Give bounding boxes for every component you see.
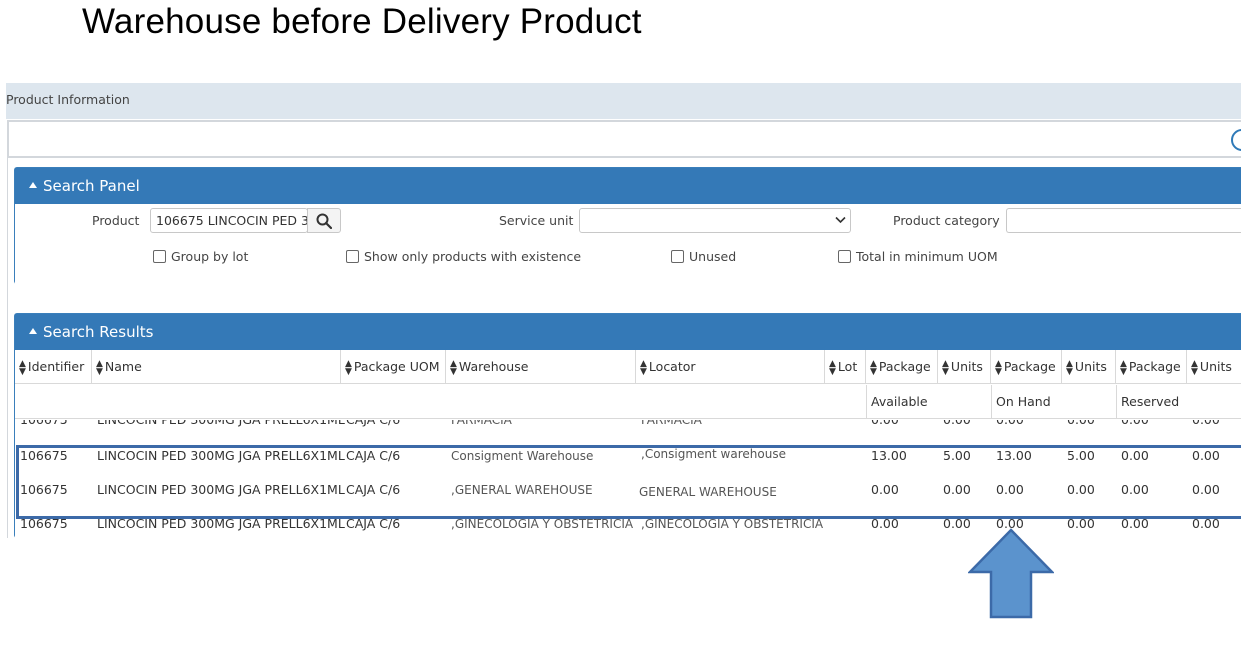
sort-icon[interactable]: ▲ ▼	[640, 359, 647, 376]
sort-icon[interactable]: ▲ ▼	[1066, 359, 1073, 376]
cell-onhand-units: 0.00	[1062, 420, 1095, 436]
cell-reserved-package: 0.00	[1116, 420, 1149, 436]
product-label: Product	[92, 213, 140, 228]
checkbox-label: Unused	[689, 249, 737, 264]
checkbox-box[interactable]	[346, 250, 359, 263]
cell-warehouse: FARMACIA	[451, 420, 512, 427]
search-panel: Search Panel Product 106675 LINCOCIN PED…	[14, 167, 1241, 284]
group-label-on-hand: On Hand	[996, 394, 1051, 409]
checkbox-unused[interactable]: Unused	[671, 249, 736, 264]
col-header-onhand-units[interactable]: ▲ ▼ Units	[1062, 350, 1116, 384]
col-header-reserved-package[interactable]: ▲ ▼ Package	[1116, 350, 1187, 384]
sort-icon[interactable]: ▲ ▼	[870, 359, 877, 376]
col-header-locator[interactable]: ▲ ▼ Locator	[636, 350, 825, 384]
group-label-available: Available	[871, 394, 928, 409]
grid-group-header-row: Available On Hand Reserved	[15, 385, 1241, 419]
search-panel-header[interactable]: Search Panel	[15, 168, 1241, 204]
col-header-package-uom[interactable]: ▲ ▼ Package UOM	[341, 350, 446, 384]
col-header-available-package[interactable]: ▲ ▼ Package	[866, 350, 938, 384]
cell-lot	[825, 420, 830, 436]
sort-icon[interactable]: ▲ ▼	[1120, 359, 1127, 376]
product-search-button[interactable]	[307, 208, 341, 233]
checkbox-box[interactable]	[153, 250, 166, 263]
triangle-up-icon[interactable]	[29, 182, 37, 188]
sort-icon[interactable]: ▲ ▼	[995, 359, 1002, 376]
sort-icon[interactable]: ▲ ▼	[450, 359, 457, 376]
product-category-label: Product category	[893, 213, 1000, 228]
checkbox-box[interactable]	[671, 250, 684, 263]
cell-available-units: 0.00	[938, 420, 971, 436]
app-header-title: Product Information	[6, 92, 130, 107]
cell-identifier: 106675	[15, 420, 68, 436]
product-input[interactable]: 106675 LINCOCIN PED 3	[150, 208, 308, 233]
cell-package-uom: CAJA C/6	[341, 420, 400, 436]
checkbox-show-only-existence[interactable]: Show only products with existence	[346, 249, 581, 264]
chevron-down-icon[interactable]	[835, 216, 846, 224]
checkbox-box[interactable]	[838, 250, 851, 263]
sort-icon[interactable]: ▲ ▼	[829, 359, 836, 376]
search-panel-title: Search Panel	[43, 177, 140, 195]
checkbox-label: Total in minimum UOM	[856, 249, 998, 264]
sort-icon[interactable]: ▲ ▼	[96, 359, 103, 376]
sort-icon[interactable]: ▲ ▼	[345, 359, 352, 376]
product-category-input[interactable]	[1006, 208, 1241, 233]
col-header-lot[interactable]: ▲ ▼ Lot	[825, 350, 866, 384]
checkbox-total-min-uom[interactable]: Total in minimum UOM	[838, 249, 998, 264]
left-divider	[7, 158, 8, 538]
circle-icon[interactable]	[1231, 129, 1241, 151]
cell-onhand-package: 0.00	[991, 420, 1024, 436]
col-header-identifier[interactable]: ▲ ▼ Identifier	[15, 350, 92, 384]
product-info-bar[interactable]	[7, 120, 1241, 158]
cell-name: LINCOCIN PED 300MG JGA PRELL6X1ML	[92, 420, 345, 436]
grid-header-row: ▲ ▼ Identifier ▲ ▼ Name ▲ ▼ Package UOM ▲ ▼ Ware…	[15, 350, 1241, 384]
sort-icon[interactable]: ▲ ▼	[942, 359, 949, 376]
search-results-header[interactable]: Search Results	[15, 314, 1241, 350]
search-panel-body: Product 106675 LINCOCIN PED 3 Service un…	[15, 204, 1241, 284]
service-unit-label: Service unit	[499, 213, 574, 228]
checkbox-label: Show only products with existence	[364, 249, 582, 264]
sort-icon[interactable]: ▲ ▼	[1191, 359, 1198, 376]
checkbox-group-by-lot[interactable]: Group by lot	[153, 249, 248, 264]
slide-title: Warehouse before Delivery Product	[82, 2, 642, 41]
col-header-name[interactable]: ▲ ▼ Name	[92, 350, 341, 384]
app-header: Product Information	[6, 83, 1241, 119]
col-header-warehouse[interactable]: ▲ ▼ Warehouse	[446, 350, 636, 384]
checkbox-label: Group by lot	[171, 249, 249, 264]
table-row[interactable]: 106675 LINCOCIN PED 300MG JGA PRELL6X1ML…	[15, 420, 1241, 436]
highlight-box	[16, 445, 1241, 519]
cell-locator: FARMACIA	[641, 420, 702, 427]
col-header-onhand-package[interactable]: ▲ ▼ Package	[991, 350, 1062, 384]
arrow-up-icon	[968, 528, 1054, 619]
service-unit-select[interactable]	[579, 208, 851, 233]
sort-icon[interactable]: ▲ ▼	[19, 359, 26, 376]
col-header-available-units[interactable]: ▲ ▼ Units	[938, 350, 991, 384]
search-results-title: Search Results	[43, 323, 154, 341]
col-header-reserved-units[interactable]: ▲ ▼ Units	[1187, 350, 1241, 384]
cell-available-package: 0.00	[866, 420, 899, 436]
triangle-up-icon[interactable]	[29, 328, 37, 334]
group-label-reserved: Reserved	[1121, 394, 1180, 409]
cell-reserved-units: 0.00	[1187, 420, 1220, 436]
search-icon	[316, 213, 332, 229]
